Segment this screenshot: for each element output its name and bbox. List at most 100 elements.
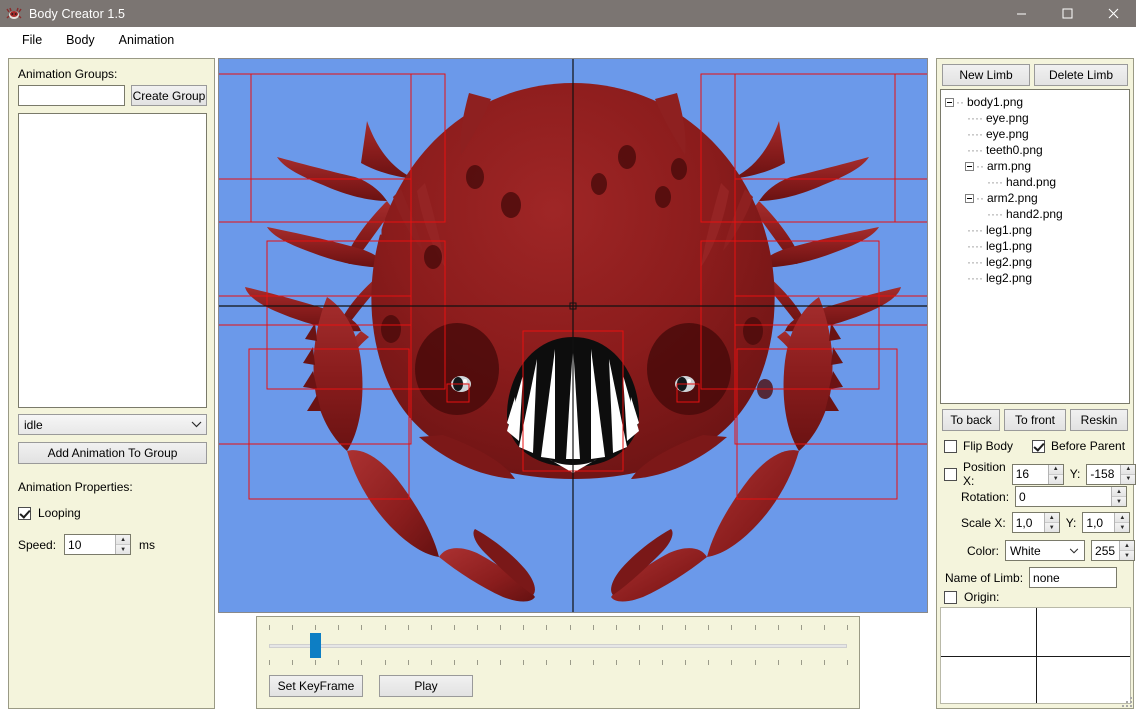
scale-y-increment-button[interactable]: ▲	[1115, 513, 1130, 523]
position-x-stepper-buttons[interactable]: ▲ ▼	[1047, 464, 1063, 484]
limb-tree[interactable]: ·· body1.png ···· eye.png ···· eye.png ···· tee…	[940, 89, 1130, 404]
speed-stepper-buttons[interactable]: ▲ ▼	[115, 535, 131, 554]
position-y-decrement-button[interactable]: ▼	[1121, 474, 1136, 484]
looping-checkbox[interactable]	[18, 506, 31, 520]
position-x-increment-button[interactable]: ▲	[1048, 464, 1063, 475]
speed-increment-button[interactable]: ▲	[116, 535, 131, 545]
scale-y-stepper-buttons[interactable]: ▲ ▼	[1114, 513, 1130, 532]
color-alpha-stepper[interactable]: ▲ ▼	[1091, 540, 1136, 561]
scale-y-decrement-button[interactable]: ▼	[1115, 523, 1130, 532]
speed-stepper[interactable]: ▲ ▼	[64, 534, 132, 555]
tree-item[interactable]: ···· hand.png	[945, 174, 1129, 190]
tree-item[interactable]: ·· arm.png	[945, 158, 1129, 174]
animation-groups-panel: Animation Groups: Create Group idle Add …	[8, 58, 215, 709]
animation-groups-list[interactable]	[18, 113, 207, 408]
create-group-button[interactable]: Create Group	[131, 85, 207, 106]
timeline-ticks-top	[269, 625, 848, 630]
scale-x-label: Scale X:	[961, 515, 1006, 530]
tree-item-label: leg2.png	[985, 271, 1033, 285]
scale-row: Scale X: ▲ ▼ Y: ▲ ▼	[961, 512, 1131, 533]
speed-field[interactable]	[65, 535, 116, 554]
scale-y-stepper[interactable]: ▲ ▼	[1082, 512, 1131, 533]
before-parent-checkbox[interactable]	[1032, 439, 1045, 453]
tree-item[interactable]: ···· teeth0.png	[945, 142, 1129, 158]
group-name-field[interactable]	[19, 86, 124, 105]
tree-item[interactable]: ···· leg2.png	[945, 270, 1129, 286]
scale-x-stepper[interactable]: ▲ ▼	[1011, 512, 1060, 533]
position-y-stepper-buttons[interactable]: ▲ ▼	[1120, 464, 1136, 484]
maximize-button[interactable]	[1044, 0, 1090, 27]
color-alpha-decrement-button[interactable]: ▼	[1120, 551, 1135, 560]
animation-properties-label: Animation Properties:	[18, 480, 133, 494]
tree-connector: ····	[967, 143, 983, 157]
color-alpha-increment-button[interactable]: ▲	[1120, 541, 1135, 551]
color-chevron-down-icon	[1068, 546, 1084, 556]
flip-body-label: Flip Body	[963, 439, 1014, 453]
name-of-limb-field[interactable]	[1030, 568, 1117, 587]
menu-animation[interactable]: Animation	[107, 30, 187, 50]
minimize-button[interactable]	[998, 0, 1044, 27]
name-of-limb-input[interactable]	[1029, 567, 1118, 588]
rotation-increment-button[interactable]: ▲	[1112, 487, 1127, 497]
scale-x-decrement-button[interactable]: ▼	[1044, 523, 1059, 532]
scale-x-increment-button[interactable]: ▲	[1044, 513, 1059, 523]
color-select[interactable]: White	[1005, 540, 1086, 561]
tree-item[interactable]: ···· eye.png	[945, 126, 1129, 142]
position-y-stepper[interactable]: ▲ ▼	[1086, 463, 1136, 485]
rotation-decrement-button[interactable]: ▼	[1112, 497, 1127, 506]
tree-item[interactable]: ·· arm2.png	[945, 190, 1129, 206]
tree-collapse-icon[interactable]	[965, 193, 974, 203]
animation-select[interactable]: idle	[18, 414, 207, 435]
tree-item[interactable]: ···· leg2.png	[945, 254, 1129, 270]
origin-preview[interactable]	[940, 607, 1131, 704]
delete-limb-button[interactable]: Delete Limb	[1034, 64, 1128, 86]
timeline-thumb[interactable]	[310, 633, 322, 658]
tree-item[interactable]: ·· body1.png	[945, 94, 1129, 110]
position-y-increment-button[interactable]: ▲	[1121, 464, 1136, 475]
add-animation-to-group-button[interactable]: Add Animation To Group	[18, 442, 207, 464]
rotation-stepper[interactable]: ▲ ▼	[1015, 486, 1128, 507]
tree-collapse-icon[interactable]	[945, 97, 954, 107]
color-alpha-field[interactable]	[1092, 541, 1120, 560]
tree-item[interactable]: ···· leg1.png	[945, 238, 1129, 254]
speed-decrement-button[interactable]: ▼	[116, 545, 131, 554]
scale-x-stepper-buttons[interactable]: ▲ ▼	[1043, 513, 1059, 532]
timeline-track[interactable]	[269, 644, 847, 648]
tree-item[interactable]: ···· leg1.png	[945, 222, 1129, 238]
sprite-canvas[interactable]	[218, 58, 928, 613]
color-alpha-stepper-buttons[interactable]: ▲ ▼	[1119, 541, 1135, 560]
speed-row: Speed: ▲ ▼ ms	[18, 534, 155, 555]
menu-file[interactable]: File	[10, 30, 54, 50]
limb-properties-panel: New Limb Delete Limb ·· body1.png ···· eye.…	[936, 58, 1136, 709]
play-button[interactable]: Play	[379, 675, 473, 697]
menu-body[interactable]: Body	[54, 30, 107, 50]
close-button[interactable]	[1090, 0, 1136, 27]
scale-y-field[interactable]	[1083, 513, 1115, 532]
to-front-button[interactable]: To front	[1004, 409, 1066, 431]
tree-connector: ··	[976, 191, 984, 205]
scale-x-field[interactable]	[1012, 513, 1044, 532]
tree-item[interactable]: ···· eye.png	[945, 110, 1129, 126]
to-back-button[interactable]: To back	[942, 409, 1000, 431]
new-limb-button[interactable]: New Limb	[942, 64, 1030, 86]
timeline-slider[interactable]	[269, 625, 848, 665]
flip-body-checkbox[interactable]	[944, 439, 957, 453]
group-name-input[interactable]	[18, 85, 125, 106]
position-checkbox[interactable]	[944, 467, 957, 481]
reskin-button[interactable]: Reskin	[1070, 409, 1128, 431]
rotation-stepper-buttons[interactable]: ▲ ▼	[1111, 487, 1127, 506]
tree-connector: ····	[967, 111, 983, 125]
color-label: Color:	[967, 543, 1000, 558]
position-x-field[interactable]	[1012, 464, 1048, 484]
position-x-stepper[interactable]: ▲ ▼	[1011, 463, 1064, 485]
origin-checkbox[interactable]	[944, 590, 957, 604]
flip-body-row: Flip Body	[944, 439, 1013, 453]
tree-collapse-icon[interactable]	[965, 161, 974, 171]
tree-item[interactable]: ···· hand2.png	[945, 206, 1129, 222]
tree-item-label: leg2.png	[985, 255, 1033, 269]
rotation-field[interactable]	[1016, 487, 1112, 506]
position-x-decrement-button[interactable]: ▼	[1048, 474, 1063, 484]
position-y-field[interactable]	[1087, 464, 1121, 484]
set-keyframe-button[interactable]: Set KeyFrame	[269, 675, 363, 697]
resize-grip[interactable]	[1119, 694, 1132, 707]
